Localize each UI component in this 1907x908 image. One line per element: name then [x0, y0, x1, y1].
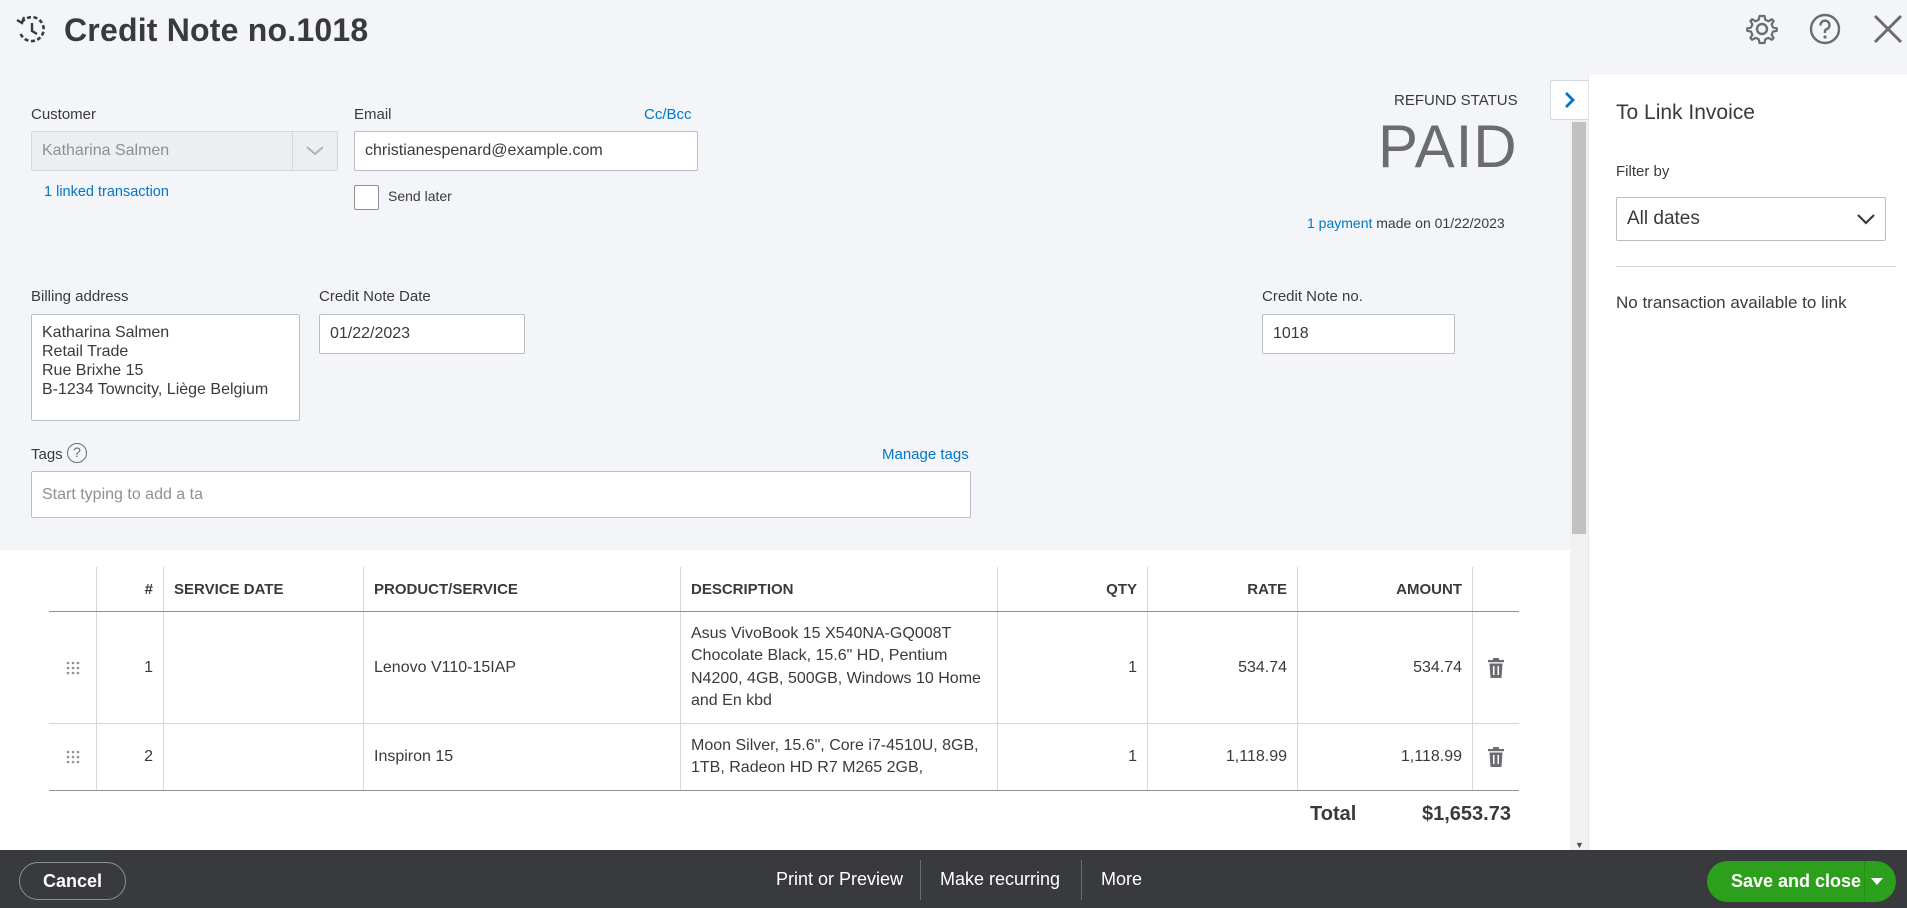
row-amount[interactable]: 1,118.99 [1297, 724, 1472, 790]
payment-link[interactable]: 1 payment [1307, 215, 1372, 231]
total-label: Total [1310, 803, 1357, 825]
line-items-table: # SERVICE DATE PRODUCT/SERVICE DESCRIPTI… [0, 550, 1570, 850]
row-num: 2 [96, 724, 163, 790]
trash-icon[interactable] [1472, 724, 1519, 790]
drag-handle-icon[interactable] [49, 724, 96, 790]
col-header-rate: RATE [1147, 567, 1297, 611]
scroll-down-arrow-icon[interactable]: ▼ [1575, 840, 1584, 850]
customer-select[interactable]: Katharina Salmen [31, 131, 338, 171]
cc-bcc-link[interactable]: Cc/Bcc [644, 106, 692, 123]
chevron-right-icon [1564, 92, 1575, 108]
filter-by-label: Filter by [1616, 163, 1670, 180]
manage-tags-link[interactable]: Manage tags [882, 446, 969, 463]
row-amount[interactable]: 534.74 [1297, 612, 1472, 723]
no-transactions-text: No transaction available to link [1616, 293, 1847, 312]
row-qty[interactable]: 1 [997, 612, 1147, 723]
customer-value: Katharina Salmen [42, 142, 170, 159]
table-row[interactable]: 2 Inspiron 15 Moon Silver, 15.6", Core i… [49, 724, 1519, 791]
drag-handle-icon[interactable] [49, 612, 96, 723]
more-button[interactable]: More [1101, 869, 1142, 890]
col-header-qty: QTY [997, 567, 1147, 611]
close-icon[interactable] [1871, 12, 1905, 46]
row-description[interactable]: Moon Silver, 15.6", Core i7-4510U, 8GB, … [680, 724, 997, 790]
chevron-down-icon[interactable] [292, 132, 337, 170]
collapse-panel-button[interactable] [1550, 80, 1588, 120]
credit-note-no-field[interactable]: 1018 [1262, 314, 1455, 354]
col-header-num: # [96, 567, 163, 611]
save-and-close-label: Save and close [1730, 871, 1862, 891]
col-header-product: PRODUCT/SERVICE [363, 567, 680, 611]
row-rate[interactable]: 534.74 [1147, 612, 1297, 723]
cancel-button[interactable]: Cancel [19, 862, 126, 900]
panel-title: To Link Invoice [1616, 101, 1755, 124]
row-product[interactable]: Lenovo V110-15IAP [363, 612, 680, 723]
payment-date-text: made on 01/22/2023 [1376, 215, 1505, 231]
scrollbar[interactable]: ▼ [1570, 120, 1588, 850]
col-header-description: DESCRIPTION [680, 567, 997, 611]
make-recurring-button[interactable]: Make recurring [940, 869, 1060, 890]
table-header-row: # SERVICE DATE PRODUCT/SERVICE DESCRIPTI… [49, 567, 1519, 612]
history-icon[interactable] [14, 12, 48, 46]
link-invoice-panel: To Link Invoice Filter by All dates No t… [1588, 75, 1907, 850]
payment-info: 1 payment made on 01/22/2023 [1307, 215, 1505, 231]
email-label: Email [354, 106, 392, 123]
credit-note-no-label: Credit Note no. [1262, 288, 1363, 305]
gear-icon[interactable] [1745, 12, 1779, 46]
help-icon[interactable] [1808, 12, 1842, 46]
footer-divider [920, 860, 921, 900]
save-options-caret-icon[interactable] [1864, 861, 1888, 902]
save-and-close-button[interactable]: Save and close [1707, 861, 1896, 902]
trash-icon[interactable] [1472, 612, 1519, 723]
billing-address-field[interactable]: Katharina Salmen Retail Trade Rue Brixhe… [31, 314, 300, 421]
credit-note-form: Customer Katharina Salmen 1 linked trans… [0, 62, 1570, 550]
row-qty[interactable]: 1 [997, 724, 1147, 790]
row-description[interactable]: Asus VivoBook 15 X540NA-GQ008T Chocolate… [680, 612, 997, 723]
chevron-down-icon [1857, 213, 1875, 225]
refund-status-label: REFUND STATUS [1394, 92, 1518, 109]
credit-note-date-field[interactable]: 01/22/2023 [319, 314, 525, 354]
table-row[interactable]: 1 Lenovo V110-15IAP Asus VivoBook 15 X54… [49, 612, 1519, 724]
row-service-date[interactable] [163, 612, 363, 723]
email-field[interactable]: christianespenard@example.com [354, 131, 698, 171]
help-icon[interactable]: ? [67, 443, 87, 463]
send-later-checkbox[interactable] [354, 185, 379, 210]
tags-label: Tags [31, 446, 63, 463]
footer-divider [1081, 860, 1082, 900]
billing-address-label: Billing address [31, 288, 129, 305]
row-num: 1 [96, 612, 163, 723]
page-title: Credit Note no.1018 [64, 12, 369, 48]
drag-col-header [49, 567, 96, 611]
header: Credit Note no.1018 [0, 0, 1907, 62]
row-service-date[interactable] [163, 724, 363, 790]
row-rate[interactable]: 1,118.99 [1147, 724, 1297, 790]
linked-transaction-link[interactable]: 1 linked transaction [44, 184, 169, 200]
credit-note-date-label: Credit Note Date [319, 288, 431, 305]
refund-status-value: PAID [1378, 113, 1518, 180]
customer-label: Customer [31, 106, 97, 123]
trash-col-header [1472, 567, 1519, 611]
send-later-label: Send later [388, 188, 452, 204]
tags-input[interactable]: Start typing to add a ta [31, 471, 971, 518]
tags-placeholder: Start typing to add a ta [42, 485, 203, 503]
row-product[interactable]: Inspiron 15 [363, 724, 680, 790]
footer-bar: Cancel Print or Preview Make recurring M… [0, 850, 1907, 908]
total-value: $1,653.73 [1422, 803, 1511, 825]
scrollbar-thumb[interactable] [1572, 122, 1586, 534]
col-header-service-date: SERVICE DATE [163, 567, 363, 611]
print-preview-button[interactable]: Print or Preview [776, 869, 903, 890]
filter-dates-select[interactable]: All dates [1616, 197, 1886, 241]
filter-value: All dates [1627, 208, 1700, 229]
col-header-amount: AMOUNT [1297, 567, 1472, 611]
panel-divider [1616, 266, 1896, 267]
